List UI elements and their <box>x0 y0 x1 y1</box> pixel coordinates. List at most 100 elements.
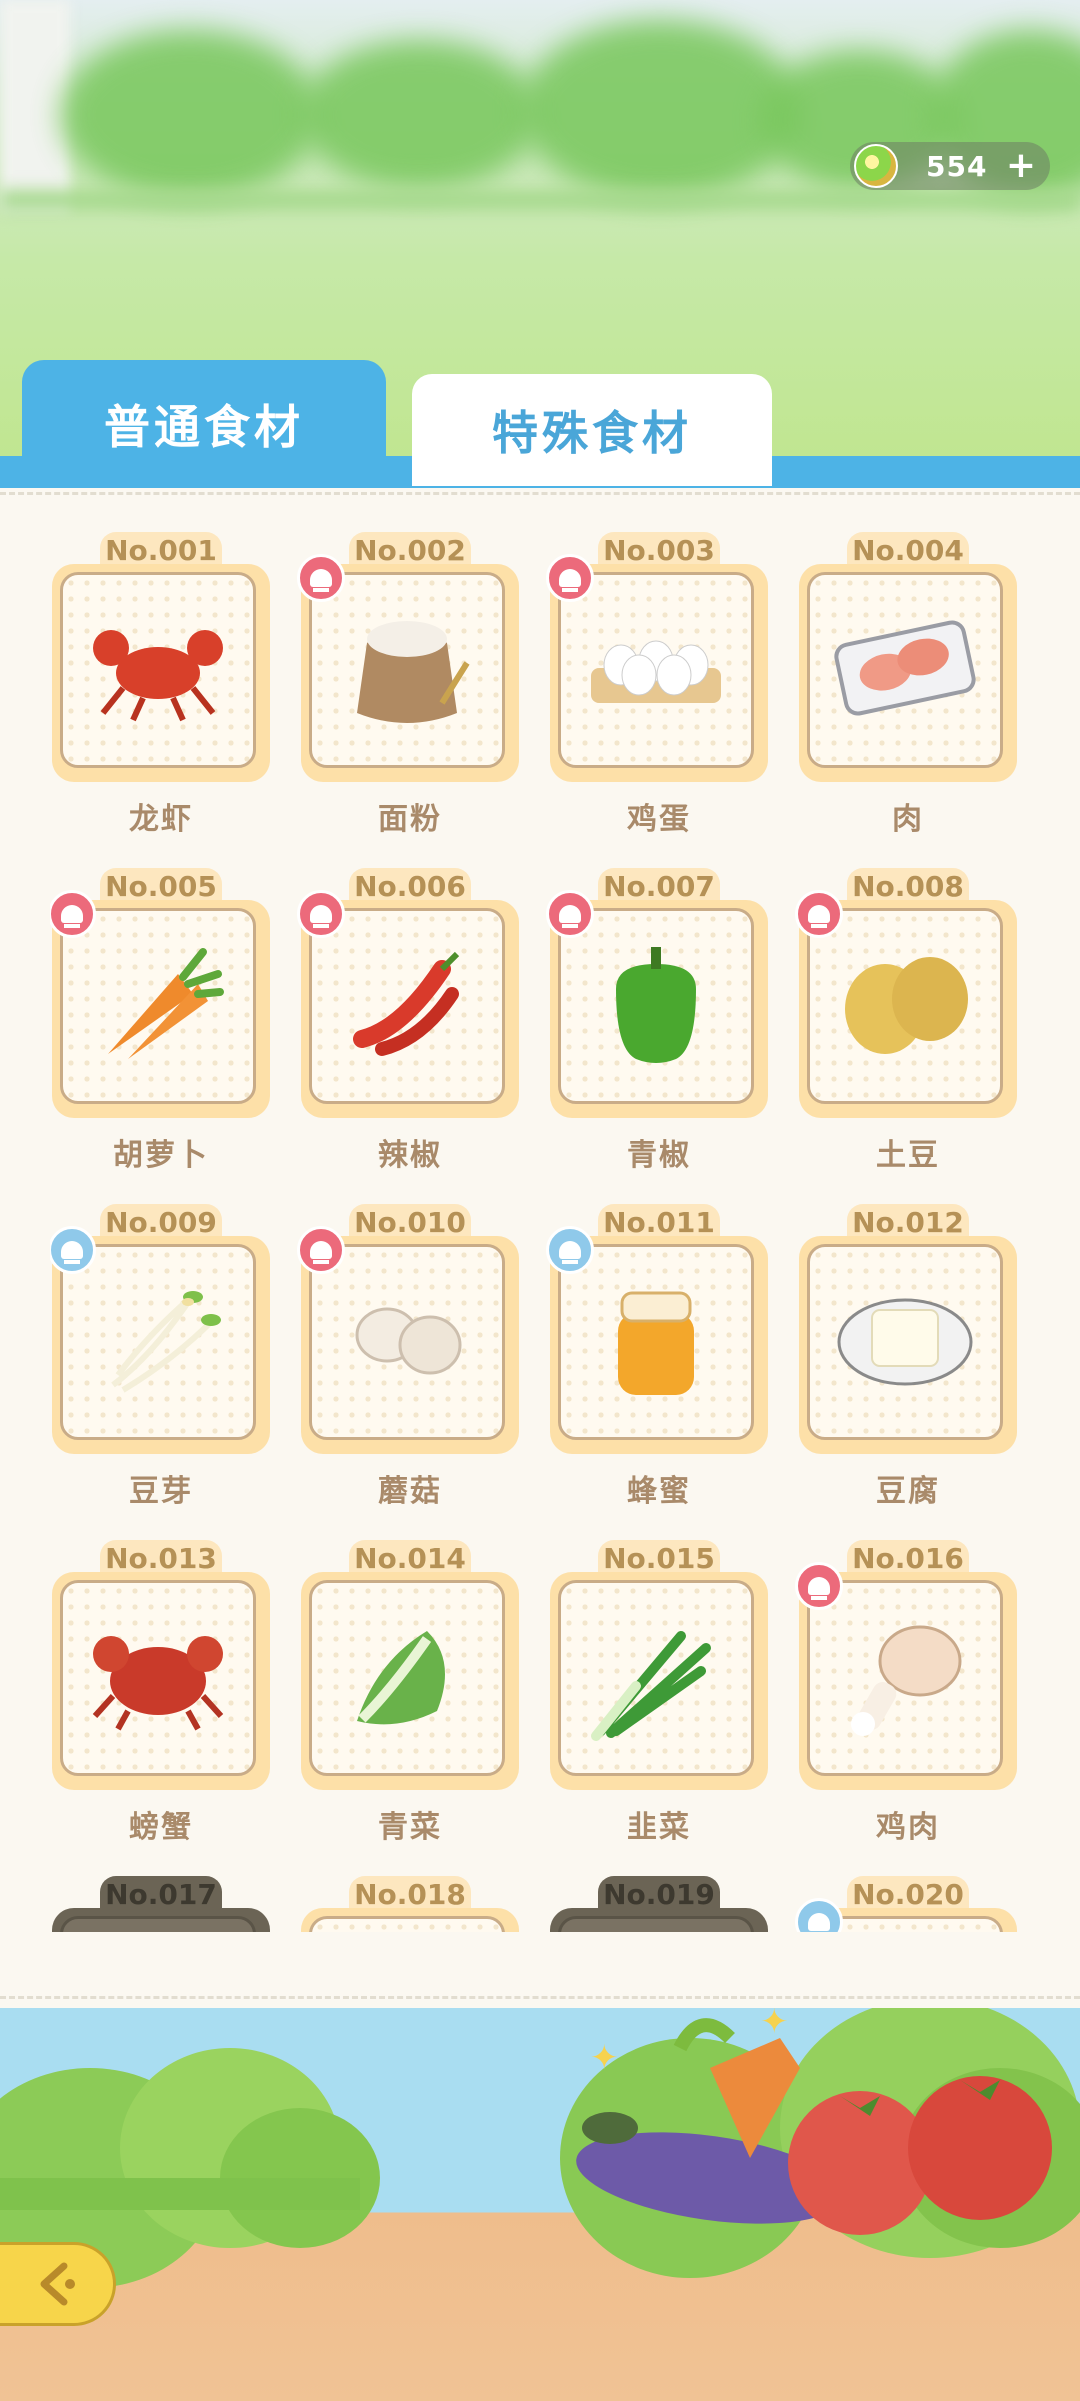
tofu-icon <box>830 1280 980 1404</box>
ingredient-image <box>558 1916 754 1932</box>
ingredient-card[interactable]: No.003 鸡蛋 <box>546 532 770 837</box>
tab-normal-ingredients[interactable]: 普通食材 <box>22 360 386 488</box>
green-pepper-icon <box>596 939 716 1073</box>
divider <box>0 1996 1080 1999</box>
ingredient-frame <box>550 1572 768 1790</box>
ingredient-number: No.007 <box>598 868 720 903</box>
ingredient-image <box>309 1916 505 1932</box>
chef-hat-icon <box>795 890 843 938</box>
background-bush <box>520 20 800 200</box>
lobster-icon <box>83 608 233 732</box>
ingredient-image <box>60 572 256 768</box>
ingredient-image <box>60 1244 256 1440</box>
ingredient-image <box>807 908 1003 1104</box>
ingredient-card[interactable]: No.005 胡萝卜 <box>50 868 272 1173</box>
background-ground <box>0 190 1080 210</box>
ingredient-name: 韭菜 <box>627 1810 691 1845</box>
ingredient-number: No.001 <box>100 532 222 567</box>
ingredient-card[interactable]: No.015 韭菜 <box>548 1540 770 1845</box>
ingredient-number: No.009 <box>100 1204 222 1239</box>
ingredient-card[interactable]: No.001 龙虾 <box>50 532 272 837</box>
flour-sack-icon <box>337 603 477 737</box>
carrot-icon <box>88 939 228 1073</box>
ingredient-card[interactable]: No.018 <box>299 1876 521 1932</box>
ingredient-card[interactable]: No.014 青菜 <box>299 1540 521 1845</box>
ingredient-number: No.015 <box>598 1540 720 1575</box>
ingredient-card[interactable]: No.004 肉 <box>797 532 1019 837</box>
ingredient-name: 青椒 <box>627 1138 691 1173</box>
ingredient-card[interactable]: No.007 青椒 <box>546 868 770 1173</box>
mushroom-icon <box>342 1285 472 1399</box>
chef-hat-icon <box>546 890 594 938</box>
ingredient-number: No.019 <box>598 1876 720 1911</box>
tab-special-ingredients[interactable]: 特殊食材 <box>412 374 772 486</box>
ingredient-name: 鸡肉 <box>876 1810 940 1845</box>
ingredient-card[interactable]: No.002 面粉 <box>297 532 521 837</box>
ingredient-frame <box>550 1908 768 1932</box>
ingredient-card[interactable]: No.010 蘑菇 <box>297 1204 521 1509</box>
divider <box>0 492 1080 495</box>
ingredient-name: 鸡蛋 <box>627 802 691 837</box>
ingredient-image <box>60 1580 256 1776</box>
vegetable-pile-icon <box>576 2018 1052 2235</box>
ingredient-number: No.011 <box>598 1204 720 1239</box>
ingredient-image <box>558 1244 754 1440</box>
ingredient-card[interactable]: No.017 <box>50 1876 272 1932</box>
ingredient-number: No.020 <box>847 1876 969 1911</box>
chili-icon <box>337 944 477 1068</box>
sparkle-icon: ✦ <box>590 2038 619 2078</box>
add-currency-button[interactable]: + <box>1006 148 1036 184</box>
ingredient-number: No.002 <box>349 532 471 567</box>
ingredient-name: 肉 <box>892 802 924 837</box>
ingredient-card[interactable]: No.008 土豆 <box>795 868 1019 1173</box>
ingredient-number: No.008 <box>847 868 969 903</box>
chef-hat-icon <box>546 1226 594 1274</box>
ingredient-number: No.006 <box>349 868 471 903</box>
chicken-leg-icon <box>835 1606 975 1750</box>
ingredient-card[interactable]: No.020 <box>795 1876 1019 1932</box>
ingredient-name: 土豆 <box>876 1138 940 1173</box>
bottom-scene: ✦ ✦ <box>0 2008 1080 2401</box>
currency-display: 554 + <box>850 142 1050 190</box>
honey-jar-icon <box>596 1275 716 1409</box>
ingredient-number: No.004 <box>847 532 969 567</box>
ingredient-image <box>807 572 1003 768</box>
ingredient-card[interactable]: No.012 豆腐 <box>797 1204 1019 1509</box>
potato-icon <box>830 944 980 1068</box>
ingredient-card[interactable]: No.011 蜂蜜 <box>546 1204 770 1509</box>
ingredient-name: 胡萝卜 <box>113 1138 209 1173</box>
chef-hat-icon <box>297 1226 345 1274</box>
currency-amount: 554 <box>926 149 988 183</box>
ingredient-name: 豆腐 <box>876 1474 940 1509</box>
coin-icon <box>854 144 898 188</box>
ingredient-number: No.005 <box>100 868 222 903</box>
back-button[interactable] <box>0 2242 116 2326</box>
ingredient-grid: No.001 龙虾 No.002 面粉 No.003 鸡蛋 No.004 肉 No.005 胡萝卜… <box>50 532 1050 1932</box>
ingredient-card[interactable]: No.009 豆芽 <box>50 1204 272 1509</box>
ingredient-name: 豆芽 <box>129 1474 193 1509</box>
back-arrow-icon <box>40 2262 75 2306</box>
ingredient-name: 面粉 <box>378 802 442 837</box>
ingredient-card[interactable]: No.013 螃蟹 <box>50 1540 272 1845</box>
ingredient-card[interactable]: No.016 鸡肉 <box>795 1540 1019 1845</box>
chef-hat-icon <box>546 554 594 602</box>
ingredient-frame <box>301 1572 519 1790</box>
chef-hat-icon <box>50 890 96 938</box>
ingredient-number: No.018 <box>349 1876 471 1911</box>
ingredient-frame <box>301 1908 519 1932</box>
leek-icon <box>586 1611 726 1745</box>
ingredient-frame <box>799 1236 1017 1454</box>
background-pillar <box>0 0 70 210</box>
background-bush <box>300 40 540 190</box>
ingredient-card[interactable]: No.019 <box>548 1876 770 1932</box>
ingredient-name: 蘑菇 <box>378 1474 442 1509</box>
ingredient-image <box>309 1244 505 1440</box>
ingredient-image <box>309 1580 505 1776</box>
ingredient-card[interactable]: No.006 辣椒 <box>297 868 521 1173</box>
ingredient-image <box>558 908 754 1104</box>
ingredient-name: 青菜 <box>378 1810 442 1845</box>
ingredient-image <box>558 1580 754 1776</box>
background-bush <box>60 30 320 200</box>
ingredient-name: 螃蟹 <box>129 1810 193 1845</box>
chef-hat-icon <box>795 1898 843 1932</box>
